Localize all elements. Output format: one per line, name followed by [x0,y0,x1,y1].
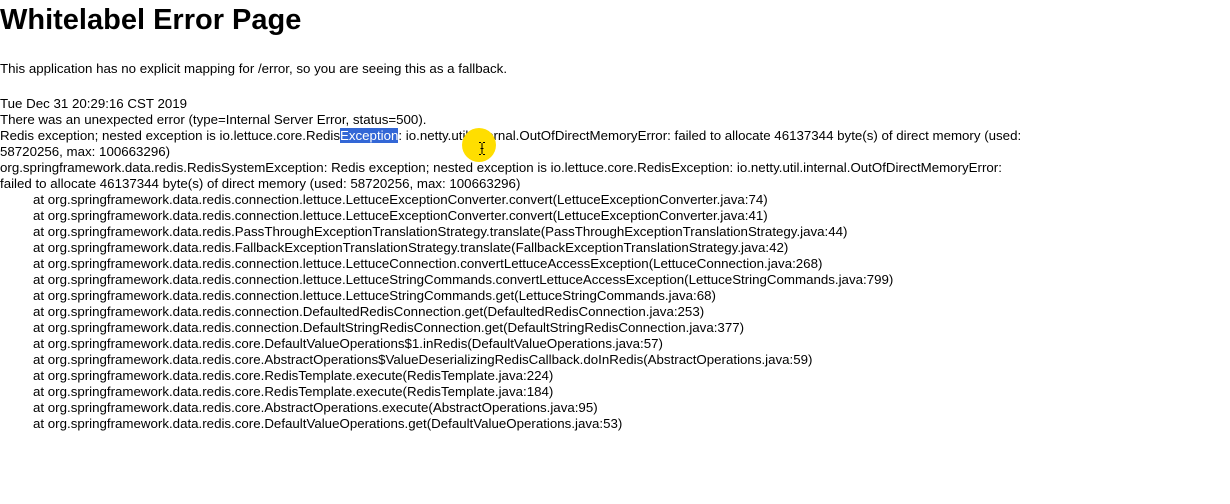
selected-text[interactable]: Exception [340,128,399,143]
message-text-start: Redis exception; nested exception is io.… [0,128,340,143]
stack-trace-line: at org.springframework.data.redis.PassTh… [33,224,848,239]
stack-trace-line: at org.springframework.data.redis.connec… [33,192,768,207]
stack-trace-line: at org.springframework.data.redis.core.D… [33,416,623,431]
stack-trace-line: at org.springframework.data.redis.connec… [33,288,716,303]
stack-trace: at org.springframework.data.redis.connec… [0,192,1230,432]
stack-trace-line: at org.springframework.data.redis.core.R… [33,384,554,399]
stack-trace-line: at org.springframework.data.redis.core.A… [33,352,813,367]
stack-trace-line: at org.springframework.data.redis.connec… [33,208,768,223]
error-message-continuation: 58720256, max: 100663296) [0,144,171,159]
exception-line-continuation: failed to allocate 46137344 byte(s) of d… [0,176,521,191]
stack-trace-line: at org.springframework.data.redis.connec… [33,320,745,335]
error-message: Redis exception; nested exception is io.… [0,128,1230,144]
stack-trace-line: at org.springframework.data.redis.connec… [33,256,823,271]
explanation-text: This application has no explicit mapping… [0,61,508,76]
error-timestamp: Tue Dec 31 20:29:16 CST 2019 [0,96,188,111]
stack-trace-line: at org.springframework.data.redis.connec… [33,272,894,287]
error-details: Tue Dec 31 20:29:16 CST 2019 There was a… [0,96,1230,432]
stack-trace-line: at org.springframework.data.redis.core.A… [33,400,598,415]
stack-trace-line: at org.springframework.data.redis.Fallba… [33,240,789,255]
stack-trace-line: at org.springframework.data.redis.core.R… [33,368,554,383]
stack-trace-line: at org.springframework.data.redis.connec… [33,304,705,319]
message-text-end: : io.netty.util.internal.OutOfDirectMemo… [398,128,1022,143]
error-page: Whitelabel Error Page This application h… [0,0,1230,504]
stack-trace-line: at org.springframework.data.redis.core.D… [33,336,663,351]
page-title: Whitelabel Error Page [0,4,302,36]
exception-line: org.springframework.data.redis.RedisSyst… [0,160,1002,175]
error-summary: There was an unexpected error (type=Inte… [0,112,427,127]
